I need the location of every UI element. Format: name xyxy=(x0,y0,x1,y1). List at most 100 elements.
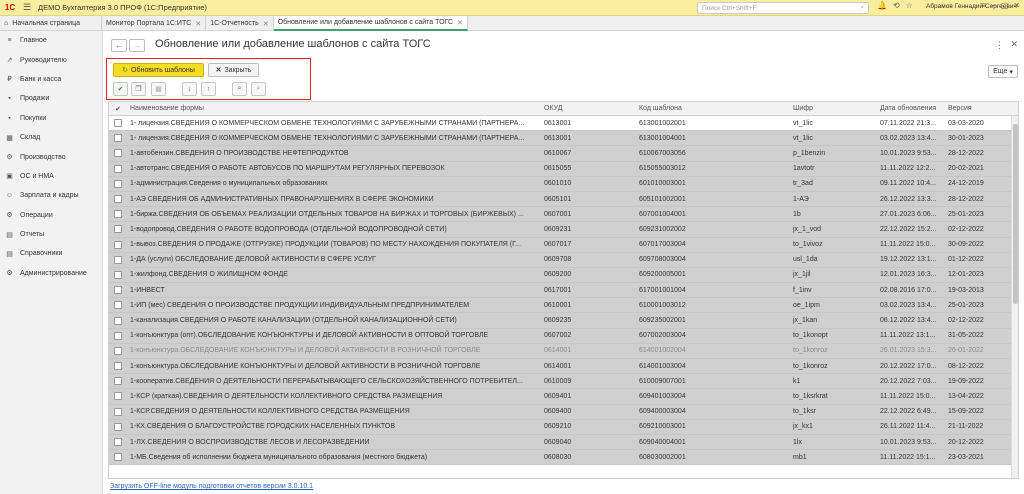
copy-icon[interactable]: ❐ xyxy=(131,82,146,96)
row-checkbox[interactable] xyxy=(109,131,127,145)
tab-reporting[interactable]: 1С-Отчетность ✕ xyxy=(206,16,274,31)
more-button[interactable]: Еще ▾ xyxy=(988,65,1018,78)
checkbox[interactable] xyxy=(114,119,122,128)
table-row[interactable]: 1-автотранс.СВЕДЕНИЯ О РАБОТЕ АВТОБУСОВ … xyxy=(109,161,1018,177)
checkbox[interactable] xyxy=(114,407,122,416)
checkbox[interactable] xyxy=(114,255,122,264)
checkbox[interactable] xyxy=(114,164,122,173)
table-row[interactable]: 1-АЭ СВЕДЕНИЯ ОБ АДМИНИСТРАТИВНЫХ ПРАВОН… xyxy=(109,191,1018,208)
row-checkbox[interactable] xyxy=(109,253,127,267)
tab-update-templates[interactable]: Обновление или добавление шаблонов с сай… xyxy=(273,16,468,31)
table-row[interactable]: 1-администрация.Сведения о муниципальных… xyxy=(109,176,1018,192)
checkbox[interactable] xyxy=(114,377,122,386)
checkbox[interactable] xyxy=(114,362,122,371)
row-checkbox[interactable] xyxy=(109,405,127,419)
checkbox[interactable] xyxy=(114,225,122,234)
scrollbar-thumb[interactable] xyxy=(1013,124,1018,304)
sidebar-item[interactable]: ☺ Зарплата и кадры xyxy=(0,186,102,205)
table-row[interactable]: 1-ИНВЕСТ 0617001 617001001004 f_1inv 02.08.2… xyxy=(109,283,1018,299)
row-checkbox[interactable] xyxy=(109,435,127,449)
forward-button[interactable]: → xyxy=(129,39,145,52)
column-header[interactable]: Наименование формы xyxy=(127,102,541,115)
row-checkbox[interactable] xyxy=(109,329,127,343)
column-header[interactable]: ОКУД xyxy=(541,102,636,115)
checkbox[interactable] xyxy=(114,179,122,188)
history-icon[interactable]: ⟲ xyxy=(893,1,900,10)
find-icon[interactable]: ⌕ xyxy=(232,82,247,96)
checkbox[interactable] xyxy=(114,149,122,158)
sort-asc-icon[interactable]: ↓ xyxy=(182,82,197,96)
row-checkbox[interactable] xyxy=(109,420,127,434)
row-checkbox[interactable] xyxy=(109,192,127,206)
sidebar-item[interactable]: ⚙ Администрирование xyxy=(0,264,102,283)
row-checkbox[interactable] xyxy=(109,298,127,312)
cancel-find-icon[interactable]: ⌕ xyxy=(251,82,266,96)
checkbox[interactable] xyxy=(114,286,122,295)
sidebar-item[interactable]: ▪ Покупки xyxy=(0,109,102,128)
row-checkbox[interactable] xyxy=(109,177,127,191)
sidebar-item[interactable]: ▪ Продажи xyxy=(0,89,102,108)
checkbox[interactable] xyxy=(114,316,122,325)
row-checkbox[interactable] xyxy=(109,146,127,160)
table-row[interactable]: 1-биржа.СВЕДЕНИЯ ОБ ОБЪЕМАХ РЕАЛИЗАЦИИ О… xyxy=(109,207,1018,223)
table-row[interactable]: 1-КХ.СВЕДЕНИЯ О БЛАГОУСТРОЙСТВЕ ГОРОДСКИ… xyxy=(109,419,1018,435)
checkbox[interactable] xyxy=(114,422,122,431)
update-templates-button[interactable]: ↻ Обновить шаблоны xyxy=(113,63,204,77)
row-checkbox[interactable] xyxy=(109,374,127,388)
table-row[interactable]: 1-МБ.Сведения об исполнении бюджета муни… xyxy=(109,450,1018,466)
table-row[interactable]: 1- лицензия.СВЕДЕНИЯ О КОММЕРЧЕСКОМ ОБМЕ… xyxy=(109,131,1018,147)
row-checkbox[interactable] xyxy=(109,162,127,176)
column-header[interactable]: Шифр xyxy=(790,102,877,115)
sidebar-item[interactable]: ≡ Главное xyxy=(0,31,102,50)
checkbox[interactable] xyxy=(114,195,122,204)
table-row[interactable]: 1-ЛХ.СВЕДЕНИЯ О ВОСПРОИЗВОДСТВЕ ЛЕСОВ И … xyxy=(109,434,1018,451)
table-row[interactable]: 1-водопровод.СВЕДЕНИЯ О РАБОТЕ ВОДОПРОВО… xyxy=(109,222,1018,238)
bell-icon[interactable]: 🔔 xyxy=(877,1,887,10)
star-icon[interactable]: ☆ xyxy=(906,1,913,10)
checkbox[interactable] xyxy=(114,453,122,462)
checkbox[interactable] xyxy=(114,346,122,355)
checkbox[interactable] xyxy=(114,331,122,340)
sidebar-item[interactable]: ▤ Отчеты xyxy=(0,225,102,244)
table-row[interactable]: 1- лицензия.СВЕДЕНИЯ О КОММЕРЧЕСКОМ ОБМЕ… xyxy=(109,116,1018,132)
row-checkbox[interactable] xyxy=(109,268,127,282)
tab-close-icon[interactable]: ✕ xyxy=(263,20,269,28)
column-header[interactable]: Версия xyxy=(945,102,1013,115)
search-input[interactable]: Поиск Ctrl+Shift+F ⌕ xyxy=(697,2,869,14)
row-checkbox[interactable] xyxy=(109,313,127,327)
row-checkbox[interactable] xyxy=(109,222,127,236)
offline-module-link[interactable]: Загрузить OFF-line модуль подготовки отч… xyxy=(110,483,313,490)
more-actions-icon[interactable]: ⋮ xyxy=(995,40,1004,51)
table-row[interactable]: 1-конъюнктура.ОБСЛЕДОВАНИЕ КОНЪЮНКТУРЫ И… xyxy=(109,343,1018,359)
row-checkbox[interactable] xyxy=(109,450,127,464)
column-header[interactable]: Дата обновления xyxy=(877,102,945,115)
table-row[interactable]: 1-вывоз.СВЕДЕНИЯ О ПРОДАЖЕ (ОТГРУЗКЕ) ПР… xyxy=(109,237,1018,253)
row-checkbox[interactable] xyxy=(109,283,127,297)
checkbox[interactable] xyxy=(114,210,122,219)
check-column-icon[interactable]: ✔ xyxy=(109,102,127,115)
menu-icon[interactable]: ☰ xyxy=(20,2,34,13)
search-icon[interactable]: ⌕ xyxy=(860,4,864,12)
sidebar-item[interactable]: ↗ Руководителю xyxy=(0,50,102,69)
vertical-scrollbar[interactable] xyxy=(1011,116,1018,478)
check-all-icon[interactable]: ✔ xyxy=(113,82,128,96)
sidebar-item[interactable]: ▦ Склад xyxy=(0,128,102,147)
back-button[interactable]: ← xyxy=(111,39,127,52)
minimize-icon[interactable]: – xyxy=(991,1,995,10)
settings-icon[interactable]: ≡ xyxy=(982,1,987,10)
table-row[interactable]: 1-КСР (краткая).СВЕДЕНИЯ О ДЕЯТЕЛЬНОСТИ … xyxy=(109,389,1018,405)
row-checkbox[interactable] xyxy=(109,116,127,130)
table-row[interactable]: 1-канализация.СВЕДЕНИЯ О РАБОТЕ КАНАЛИЗА… xyxy=(109,313,1018,329)
table-row[interactable]: 1-конъюнктура (опт).ОБСЛЕДОВАНИЕ КОНЪЮНК… xyxy=(109,328,1018,344)
maximize-icon[interactable]: ▢ xyxy=(1001,1,1009,10)
table-row[interactable]: 1-жилфонд.СВЕДЕНИЯ О ЖИЛИЩНОМ ФОНДЕ 06092… xyxy=(109,267,1018,284)
sidebar-item[interactable]: ₽ Банк и касса xyxy=(0,70,102,89)
sidebar-item[interactable]: ⚙ Операции xyxy=(0,206,102,225)
row-checkbox[interactable] xyxy=(109,238,127,252)
uncheck-icon[interactable]: ▦ xyxy=(151,82,166,96)
table-row[interactable]: 1-автобензин.СВЕДЕНИЯ О ПРОИЗВОДСТВЕ НЕФ… xyxy=(109,146,1018,162)
close-button[interactable]: ✕ Закрыть xyxy=(208,63,259,77)
tab-close-icon[interactable]: ✕ xyxy=(195,20,201,28)
tab-portal-monitor[interactable]: Монитор Портала 1С:ИТС ✕ xyxy=(102,16,207,31)
table-row[interactable]: 1-ДА (услуги) ОБСЛЕДОВАНИЕ ДЕЛОВОЙ АКТИВ… xyxy=(109,252,1018,268)
